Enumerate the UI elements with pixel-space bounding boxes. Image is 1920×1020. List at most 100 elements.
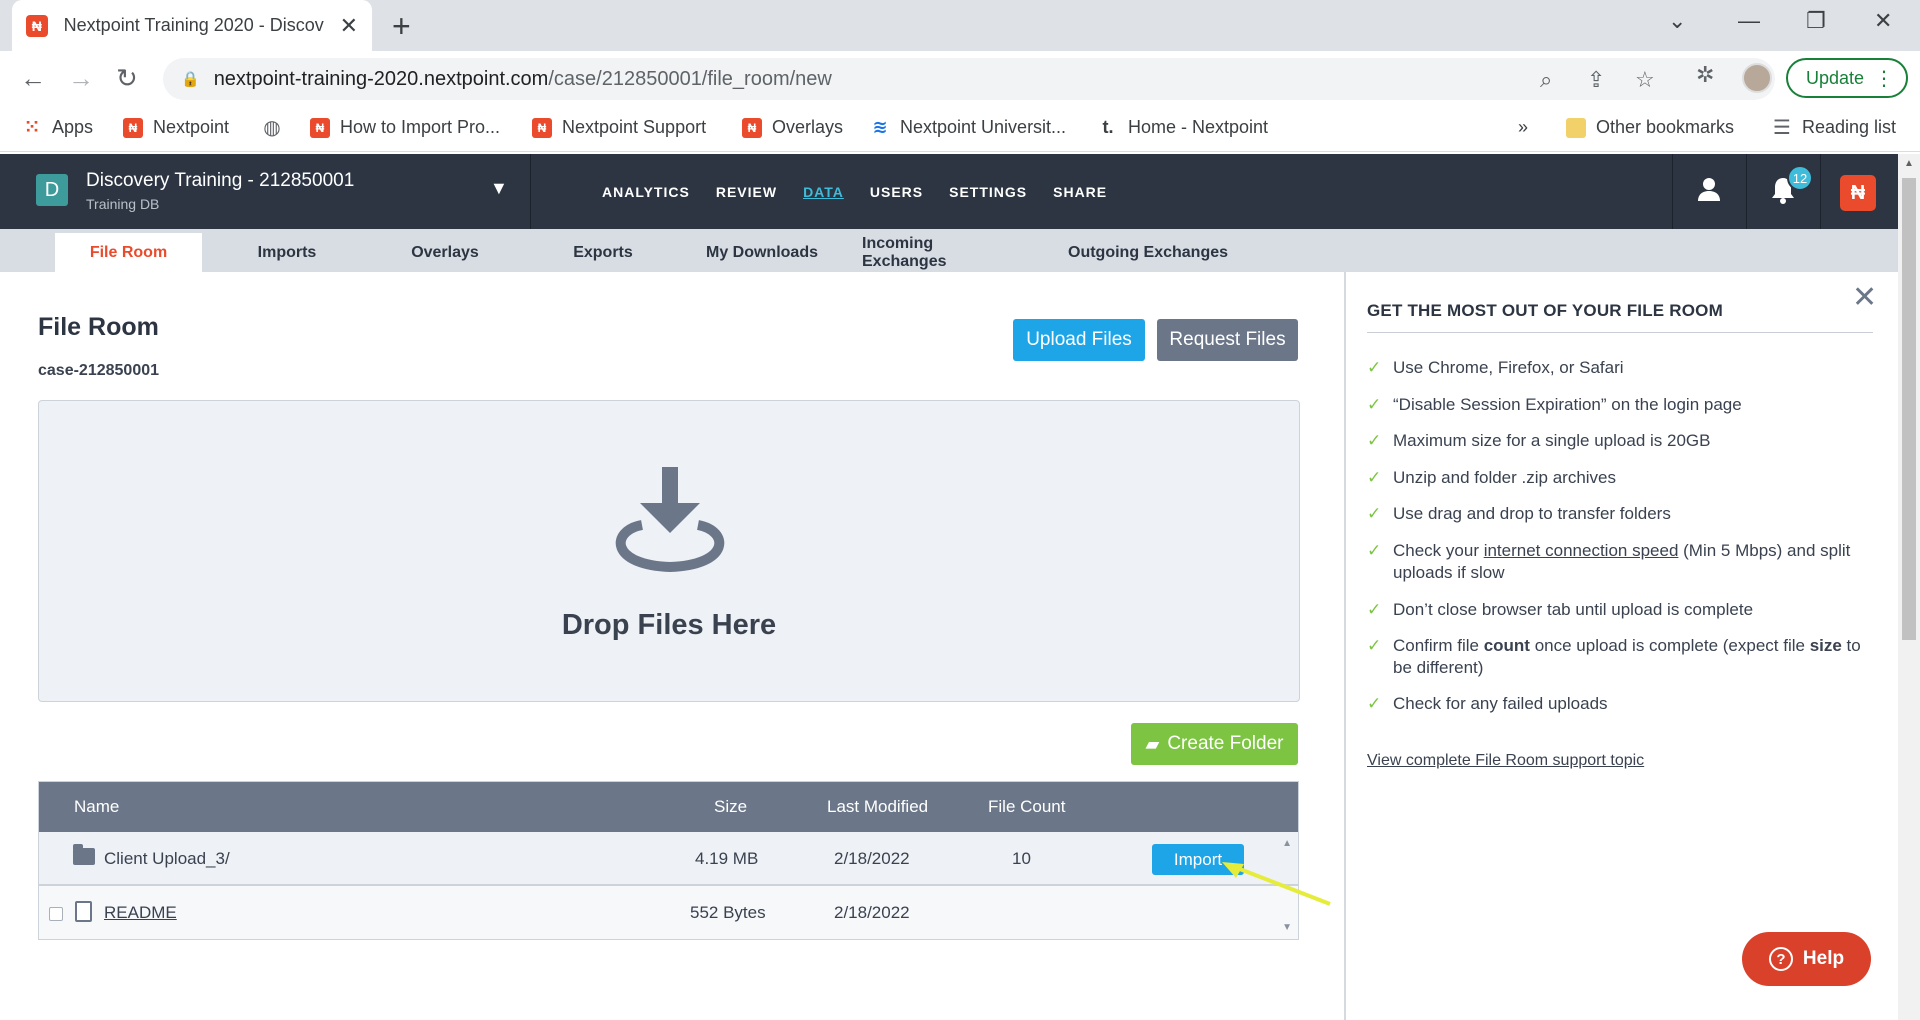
scrollbar-thumb[interactable] bbox=[1902, 178, 1916, 640]
tab-overlays[interactable]: Overlays bbox=[388, 233, 502, 272]
tab-search-icon[interactable]: ⌄ bbox=[1668, 8, 1686, 34]
bookmark-nextpoint[interactable]: ₦ Nextpoint bbox=[123, 117, 229, 138]
bookmark-home-nextpoint[interactable]: t. Home - Nextpoint bbox=[1098, 117, 1269, 138]
folder-icon bbox=[1566, 117, 1586, 138]
row-checkbox[interactable] bbox=[49, 907, 63, 921]
nav-settings[interactable]: SETTINGS bbox=[949, 184, 1027, 200]
new-tab-icon[interactable]: + bbox=[392, 8, 411, 45]
close-tab-icon[interactable]: ✕ bbox=[340, 13, 358, 39]
create-folder-button[interactable]: ▰ Create Folder bbox=[1131, 723, 1298, 765]
apps-grid-icon: ⁙ bbox=[24, 117, 40, 137]
annotation-arrow-icon bbox=[1222, 862, 1331, 906]
bookmark-how-to-import[interactable]: ₦ How to Import Pro... bbox=[310, 117, 500, 138]
minimize-icon[interactable]: — bbox=[1738, 8, 1760, 34]
file-count: 10 bbox=[1012, 849, 1031, 868]
folder-icon bbox=[73, 844, 95, 865]
divider bbox=[1746, 154, 1747, 229]
help-button[interactable]: ? Help bbox=[1742, 932, 1871, 986]
url-path: /case/212850001/file_room/new bbox=[548, 67, 832, 90]
close-panel-icon[interactable]: ✕ bbox=[1852, 280, 1877, 315]
tab-incoming-exchanges[interactable]: Incoming Exchanges bbox=[862, 233, 1022, 272]
bookmark-label: Overlays bbox=[772, 117, 844, 137]
wave-icon: ≋ bbox=[872, 117, 888, 137]
nav-review[interactable]: REVIEW bbox=[716, 184, 777, 200]
internet-speed-link[interactable]: internet connection speed bbox=[1484, 541, 1679, 560]
case-db: Training DB bbox=[86, 196, 160, 212]
support-topic-link[interactable]: View complete File Room support topic bbox=[1367, 752, 1644, 770]
tip-item: ✓ Check for any failed uploads bbox=[1367, 694, 1608, 713]
url-host: nextpoint-training-2020.nextpoint.com bbox=[213, 67, 549, 90]
upload-files-button[interactable]: Upload Files bbox=[1013, 319, 1145, 361]
globe-icon: ◍ bbox=[263, 116, 281, 139]
tab-file-room[interactable]: File Room bbox=[55, 233, 202, 272]
panel-title: GET THE MOST OUT OF YOUR FILE ROOM bbox=[1367, 301, 1723, 320]
scroll-down-icon[interactable]: ▼ bbox=[1282, 922, 1292, 933]
table-row[interactable]: Client Upload_3/ 4.19 MB 2/18/2022 10 Im… bbox=[39, 832, 1298, 886]
bookmark-nextpoint-support[interactable]: ₦ Nextpoint Support bbox=[532, 117, 706, 138]
tip-item: ✓ Use Chrome, Firefox, or Safari bbox=[1367, 358, 1624, 377]
update-button[interactable]: Update ⋮ bbox=[1786, 58, 1908, 98]
bookmark-overlays[interactable]: ₦ Overlays bbox=[742, 117, 843, 138]
address-toolbar: ← → ↻ 🔒 nextpoint-training-2020.nextpoin… bbox=[0, 51, 1920, 107]
bookmark-apps[interactable]: ⁙ Apps bbox=[22, 117, 93, 138]
check-icon: ✓ bbox=[1367, 600, 1382, 619]
notification-badge: 12 bbox=[1787, 165, 1813, 191]
bookmark-label: Home - Nextpoint bbox=[1128, 117, 1269, 137]
t-icon: t. bbox=[1102, 117, 1114, 137]
browser-tab[interactable]: ₦ Nextpoint Training 2020 - Discov ✕ bbox=[12, 0, 372, 51]
request-files-button[interactable]: Request Files bbox=[1157, 319, 1298, 361]
column-header-name[interactable]: Name bbox=[74, 797, 119, 817]
lock-icon: 🔒 bbox=[181, 71, 200, 88]
tab-my-downloads[interactable]: My Downloads bbox=[700, 233, 824, 272]
more-bookmarks-icon[interactable]: » bbox=[1518, 117, 1528, 138]
case-switcher-caret-icon[interactable]: ▼ bbox=[490, 178, 508, 199]
file-name-link[interactable]: README bbox=[104, 903, 177, 923]
check-icon: ✓ bbox=[1367, 395, 1382, 414]
sub-nav: File Room Imports Overlays Exports My Do… bbox=[0, 229, 1898, 272]
nextpoint-logo-icon[interactable]: ₦ bbox=[1840, 175, 1876, 211]
column-header-file-count[interactable]: File Count bbox=[988, 797, 1065, 817]
url-bar[interactable]: 🔒 nextpoint-training-2020.nextpoint.com … bbox=[163, 58, 1775, 100]
back-icon[interactable]: ← bbox=[20, 63, 46, 94]
profile-avatar[interactable] bbox=[1742, 63, 1772, 93]
browser-tab-strip: ₦ Nextpoint Training 2020 - Discov ✕ + ⌄… bbox=[0, 0, 1920, 51]
nav-data[interactable]: DATA bbox=[803, 184, 844, 200]
share-icon[interactable]: ⇪ bbox=[1587, 67, 1605, 93]
zoom-icon[interactable]: ⌕ bbox=[1540, 67, 1552, 93]
bookmark-nextpoint-university[interactable]: ≋ Nextpoint Universit... bbox=[870, 117, 1066, 138]
table-row[interactable]: README 552 Bytes 2/18/2022 ▼ bbox=[39, 886, 1298, 940]
main-nav: ANALYTICS REVIEW DATA USERS SETTINGS SHA… bbox=[602, 154, 1133, 229]
restore-icon[interactable]: ❐ bbox=[1806, 8, 1826, 34]
update-label: Update bbox=[1806, 67, 1865, 88]
tab-exports[interactable]: Exports bbox=[546, 233, 660, 272]
scroll-up-icon[interactable]: ▲ bbox=[1904, 158, 1914, 169]
drop-files-text: Drop Files Here bbox=[561, 609, 777, 641]
extensions-icon[interactable]: ✲ bbox=[1696, 62, 1714, 88]
scroll-up-icon[interactable]: ▲ bbox=[1282, 838, 1292, 849]
column-header-last-modified[interactable]: Last Modified bbox=[827, 797, 928, 817]
drop-zone[interactable]: Drop Files Here bbox=[38, 400, 1300, 702]
file-modified: 2/18/2022 bbox=[834, 849, 910, 868]
reading-list-icon: ☰ bbox=[1773, 117, 1791, 139]
bookmark-star-icon[interactable]: ☆ bbox=[1635, 67, 1655, 93]
close-window-icon[interactable]: ✕ bbox=[1874, 8, 1892, 34]
forward-icon[interactable]: → bbox=[68, 63, 94, 94]
tab-imports[interactable]: Imports bbox=[230, 233, 344, 272]
user-icon[interactable] bbox=[1696, 176, 1722, 209]
nav-share[interactable]: SHARE bbox=[1053, 184, 1107, 200]
divider bbox=[1820, 154, 1821, 229]
bookmark-other[interactable]: Other bookmarks bbox=[1566, 117, 1734, 138]
nav-users[interactable]: USERS bbox=[870, 184, 923, 200]
nextpoint-favicon-icon: ₦ bbox=[26, 14, 48, 37]
page-scrollbar[interactable]: ▲ bbox=[1898, 154, 1920, 1020]
case-name[interactable]: Discovery Training - 212850001 bbox=[86, 170, 354, 192]
more-menu-icon[interactable]: ⋮ bbox=[1874, 66, 1894, 91]
nav-analytics[interactable]: ANALYTICS bbox=[602, 184, 690, 200]
bookmark-globe[interactable]: ◍ bbox=[262, 116, 292, 139]
tab-outgoing-exchanges[interactable]: Outgoing Exchanges bbox=[1068, 233, 1228, 272]
case-code: case-212850001 bbox=[38, 362, 160, 379]
reading-list[interactable]: ☰ Reading list bbox=[1772, 117, 1896, 139]
reload-icon[interactable]: ↻ bbox=[116, 63, 138, 94]
divider bbox=[1672, 154, 1673, 229]
column-header-size[interactable]: Size bbox=[714, 797, 747, 817]
